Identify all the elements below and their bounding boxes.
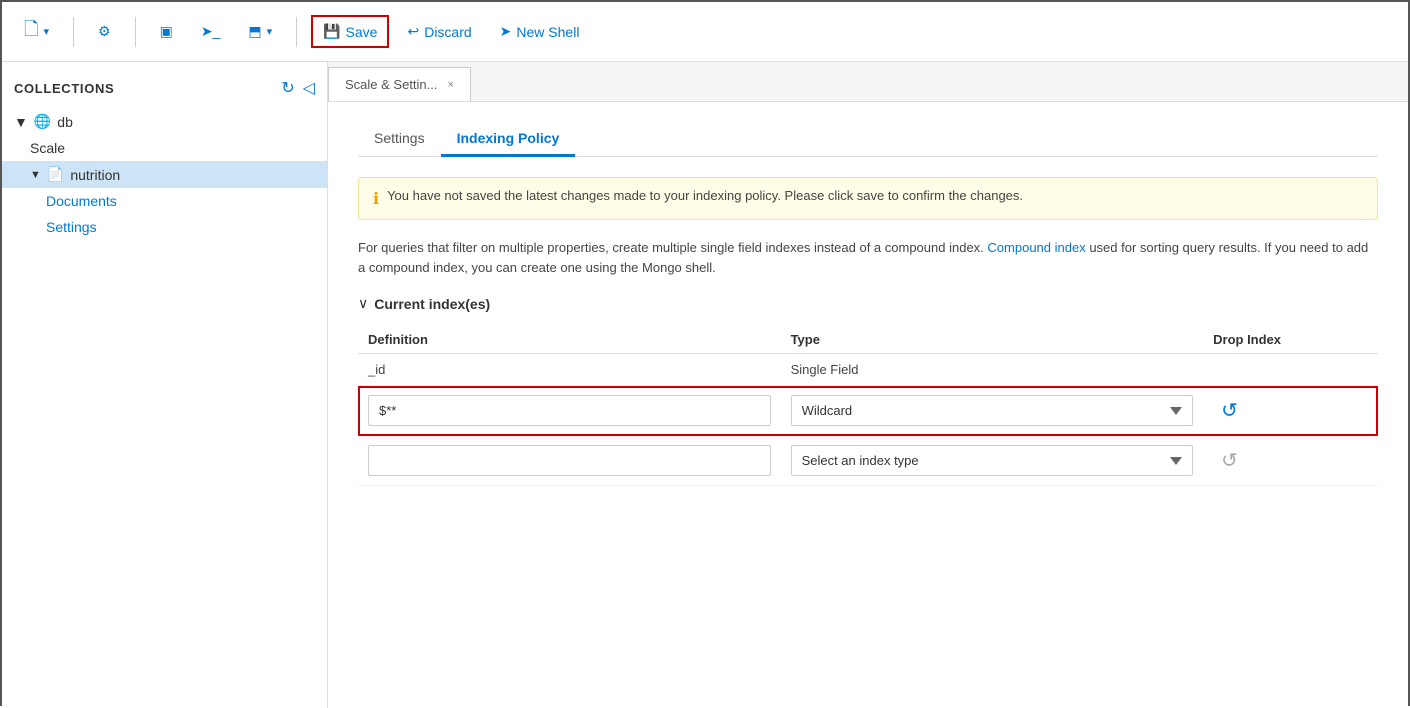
sidebar: COLLECTIONS ↻ ◁ ▼ 🌐 db Scale ▼ 📄 nutriti… [2,62,328,708]
type-select-wildcard[interactable]: Single Field Wildcard [791,395,1194,426]
save-label: Save [346,24,378,40]
row-type-single: Single Field [781,354,1204,386]
discard-label: Discard [424,24,471,40]
toolbar: 🗋 ▾ ⚙ ▣ ➤_ ⬒ ▾ 💾 Save ↩ Discard ➤ New Sh… [2,2,1408,62]
warning-message: You have not saved the latest changes ma… [387,188,1023,203]
tree-expand-icon: ▼ [14,114,28,130]
row-type-new-cell: Select an index type Single Field Wildca… [781,436,1204,486]
tab-bar: Scale & Settin... × [328,62,1408,102]
current-indexes-section[interactable]: ∨ Current index(es) [358,295,1378,312]
main-layout: COLLECTIONS ↻ ◁ ▼ 🌐 db Scale ▼ 📄 nutriti… [2,62,1408,708]
panel-button[interactable]: ▣ [150,17,183,46]
gear-button[interactable]: ⚙ [88,17,121,46]
save-icon: 💾 [323,23,340,40]
undo-button-wildcard[interactable]: ↺ [1213,394,1246,427]
sidebar-item-settings[interactable]: Settings [2,214,327,240]
documents-label: Documents [46,193,117,209]
new-shell-label: New Shell [516,24,579,40]
tab-indexing-policy[interactable]: Indexing Policy [441,122,576,157]
compound-index-link[interactable]: Compound index [987,240,1085,255]
definition-input-wildcard[interactable] [368,395,771,426]
new-doc-button[interactable]: 🗋 ▾ [14,11,59,53]
info-text: For queries that filter on multiple prop… [358,238,1378,277]
sidebar-item-nutrition[interactable]: ▼ 📄 nutrition [2,161,327,188]
new-shell-button[interactable]: ➤ New Shell [490,17,590,46]
terminal-icon: ➤_ [201,23,221,40]
sidebar-actions: ↻ ◁ [281,78,315,98]
collections-title: COLLECTIONS [14,81,114,96]
sidebar-item-scale[interactable]: Scale [2,135,327,161]
discard-button[interactable]: ↩ Discard [397,17,481,46]
row-definition-id: _id [358,354,781,386]
col-drop-index: Drop Index [1203,326,1378,354]
new-doc-icon: 🗋 [24,17,38,47]
sidebar-item-documents[interactable]: Documents [2,188,327,214]
sidebar-item-db[interactable]: ▼ 🌐 db [2,108,327,135]
new-shell-icon: ➤ [500,23,512,40]
collection-icon: 📄 [47,166,64,183]
type-select-new[interactable]: Select an index type Single Field Wildca… [791,445,1194,476]
row-drop-id [1203,354,1378,386]
panel-icon: ▣ [160,23,173,40]
db-label: db [57,114,73,130]
nutrition-label: nutrition [70,167,120,183]
index-table: Definition Type Drop Index _id Single Fi… [358,326,1378,486]
save-button[interactable]: 💾 Save [311,15,389,48]
terminal-button[interactable]: ➤_ [191,17,231,46]
discard-icon: ↩ [407,23,419,40]
row-undo-new-cell: ↺ [1203,436,1378,486]
section-expand-icon: ∨ [358,295,368,312]
gear-icon: ⚙ [98,23,111,40]
row-definition-new-cell [358,436,781,486]
warning-banner: ℹ You have not saved the latest changes … [358,177,1378,220]
more-chevron: ▾ [267,25,273,38]
db-icon: 🌐 [34,113,51,130]
divider-1 [73,17,74,47]
table-row: _id Single Field [358,354,1378,386]
content-area: Scale & Settin... × Settings Indexing Po… [328,62,1408,708]
tab-close-button[interactable]: × [448,79,454,91]
scale-label: Scale [30,140,65,156]
settings-label: Settings [46,219,97,235]
table-row-new: Select an index type Single Field Wildca… [358,436,1378,486]
table-body: _id Single Field [358,354,1378,486]
tab-settings[interactable]: Settings [358,122,441,157]
section-label: Current index(es) [374,296,490,312]
row-undo-wildcard-cell: ↺ [1203,386,1378,436]
inner-content: Settings Indexing Policy ℹ You have not … [328,102,1408,708]
tab-scale-settings[interactable]: Scale & Settin... × [328,67,471,101]
tab-label: Scale & Settin... [345,77,438,92]
sidebar-header: COLLECTIONS ↻ ◁ [2,72,327,108]
divider-3 [296,17,297,47]
definition-input-new[interactable] [368,445,771,476]
more-icon: ⬒ [248,23,261,40]
more-button[interactable]: ⬒ ▾ [238,17,282,46]
refresh-icon[interactable]: ↻ [281,78,294,98]
table-header: Definition Type Drop Index [358,326,1378,354]
row-type-wildcard-cell: Single Field Wildcard [781,386,1204,436]
expand-icon: ▼ [30,169,41,181]
sub-tabs: Settings Indexing Policy [358,122,1378,157]
table-row-highlighted: Single Field Wildcard ↺ [358,386,1378,436]
warning-icon: ℹ [373,189,379,209]
collapse-icon[interactable]: ◁ [303,78,315,98]
new-doc-chevron: ▾ [43,25,49,38]
undo-button-new[interactable]: ↺ [1213,444,1246,477]
row-definition-wildcard-cell [358,386,781,436]
info-text-before: For queries that filter on multiple prop… [358,240,987,255]
col-type: Type [781,326,1204,354]
col-definition: Definition [358,326,781,354]
divider-2 [135,17,136,47]
